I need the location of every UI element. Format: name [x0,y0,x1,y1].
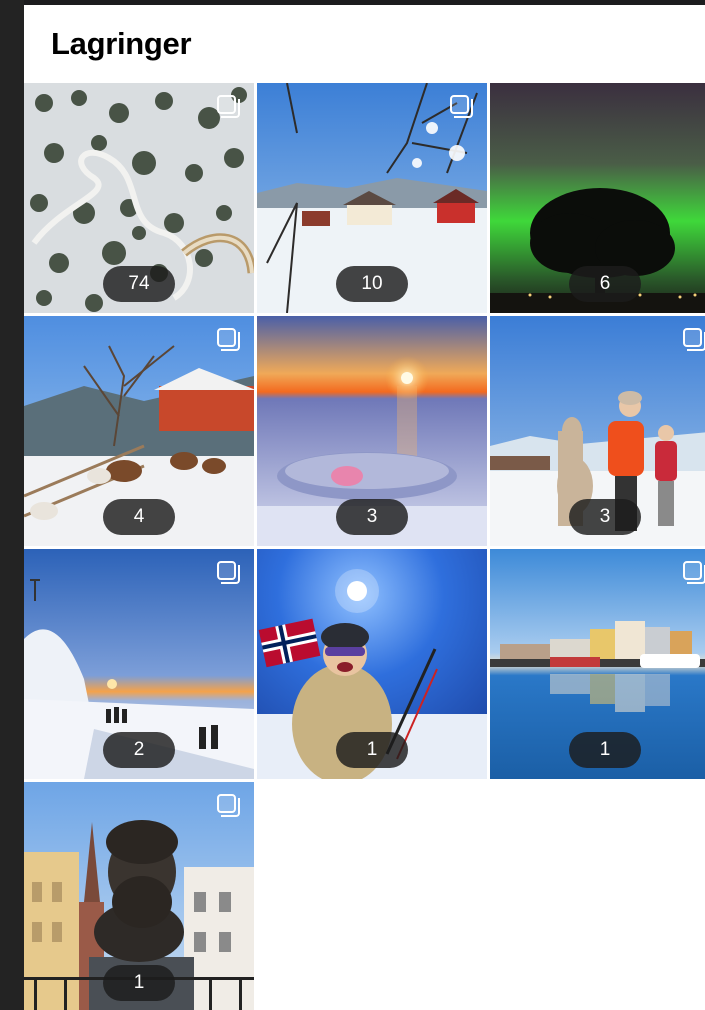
carousel-icon [450,95,474,119]
saved-collection-tile[interactable]: 3 [490,316,705,546]
saved-collection-tile[interactable]: 3 [257,316,487,546]
collection-count-badge: 2 [103,732,175,768]
collection-count-badge: 3 [569,499,641,535]
collection-count-badge: 4 [103,499,175,535]
collection-count-badge: 74 [103,266,175,302]
saved-collection-tile[interactable]: 4 [24,316,254,546]
left-sidebar [0,0,24,1010]
saved-collection-tile[interactable]: 1 [490,549,705,779]
carousel-icon [217,95,241,119]
saved-panel: Lagringer 74 10 6 4 3 3 2 1 1 1 [24,5,705,1010]
saved-collection-tile[interactable]: 10 [257,83,487,313]
collection-count-badge: 1 [336,732,408,768]
saved-collection-tile[interactable]: 1 [24,782,254,1010]
saved-collection-tile[interactable]: 74 [24,83,254,313]
collection-count-badge: 1 [103,965,175,1001]
collection-count-badge: 10 [336,266,408,302]
page-header: Lagringer [24,5,705,83]
carousel-icon [683,328,705,352]
collection-count-badge: 3 [336,499,408,535]
carousel-icon [217,794,241,818]
saved-collection-tile[interactable]: 6 [490,83,705,313]
collection-count-badge: 1 [569,732,641,768]
saved-collection-tile[interactable]: 1 [257,549,487,779]
saved-collection-tile[interactable]: 2 [24,549,254,779]
page-title: Lagringer [51,26,192,61]
carousel-icon [683,561,705,585]
carousel-icon [217,561,241,585]
collection-count-badge: 6 [569,266,641,302]
carousel-icon [217,328,241,352]
